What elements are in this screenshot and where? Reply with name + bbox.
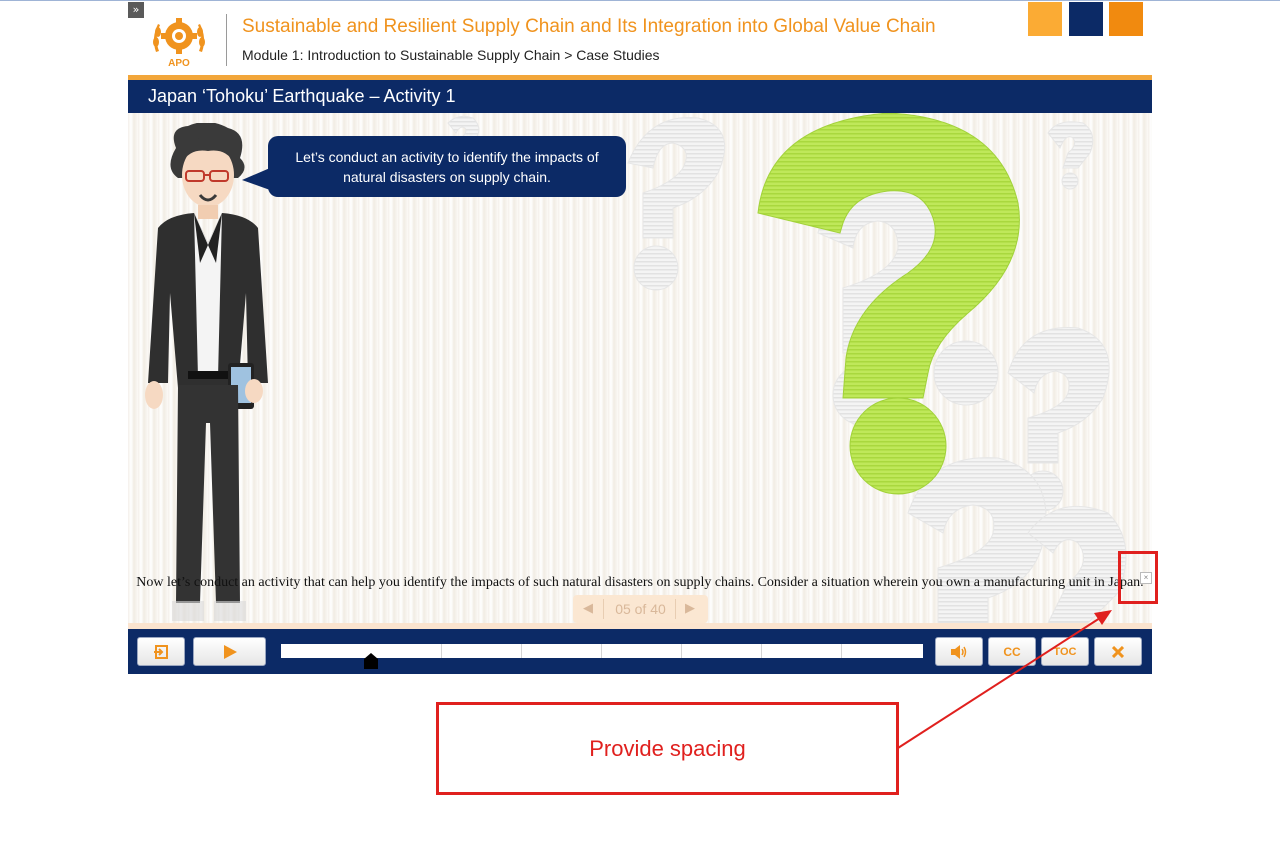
closed-caption-button[interactable]: CC [988, 637, 1036, 666]
toc-label: TOC [1053, 645, 1077, 658]
page-counter-text: 05 of 40 [615, 601, 666, 617]
annotation-highlight-box [1118, 551, 1158, 604]
apo-logo: APO [153, 18, 205, 68]
progress-tick [521, 644, 522, 658]
decor-square-orange [1109, 2, 1143, 36]
toc-button[interactable]: TOC [1041, 637, 1089, 666]
speaker-icon [951, 644, 967, 659]
cc-label: CC [1003, 644, 1021, 659]
header-divider [226, 14, 227, 66]
play-icon [223, 644, 237, 659]
progress-tick [681, 644, 682, 658]
close-icon [1112, 645, 1124, 658]
audio-button[interactable] [935, 637, 983, 666]
pager-divider [675, 599, 676, 619]
progress-tick [601, 644, 602, 658]
breadcrumb: Module 1: Introduction to Sustainable Su… [242, 47, 660, 63]
exit-icon [154, 644, 168, 659]
slide-title: Japan ‘Tohoku’ Earthquake – Activity 1 [148, 86, 456, 106]
slide-title-bar: Japan ‘Tohoku’ Earthquake – Activity 1 [128, 80, 1152, 113]
course-title: Sustainable and Resilient Supply Chain a… [242, 16, 936, 37]
pager-divider [603, 599, 604, 619]
play-button[interactable] [193, 637, 266, 666]
slide-stage: Let’s conduct an activity to identify th… [128, 113, 1152, 623]
speech-bubble-tail [242, 168, 270, 190]
exit-button[interactable] [137, 637, 185, 666]
closed-caption-text: Now let’s conduct an activity that can h… [136, 575, 1144, 590]
double-chevron-icon: » [132, 3, 140, 16]
page-counter: ◀ 05 of 40 ▶ [573, 595, 708, 623]
previous-page-icon[interactable]: ◀ [583, 600, 593, 616]
progress-tick [841, 644, 842, 658]
annotation-callout: Provide spacing [436, 702, 899, 795]
expand-menu-button[interactable]: » [128, 2, 144, 18]
progress-tick [441, 644, 442, 658]
logo-text: APO [168, 58, 190, 68]
decor-square-navy [1069, 2, 1103, 36]
progress-tick [761, 644, 762, 658]
progress-scrubber-handle[interactable] [363, 653, 378, 669]
next-page-icon[interactable]: ▶ [685, 600, 695, 616]
player-control-bar: CC TOC [128, 629, 1152, 674]
presenter-character [145, 123, 268, 621]
annotation-text: Provide spacing [589, 736, 746, 761]
speech-bubble: Let’s conduct an activity to identify th… [268, 136, 626, 197]
close-button[interactable] [1094, 637, 1142, 666]
speech-bubble-text: Let’s conduct an activity to identify th… [295, 148, 599, 185]
decor-square-light-orange [1028, 2, 1062, 36]
window-top-border [0, 0, 1280, 1]
